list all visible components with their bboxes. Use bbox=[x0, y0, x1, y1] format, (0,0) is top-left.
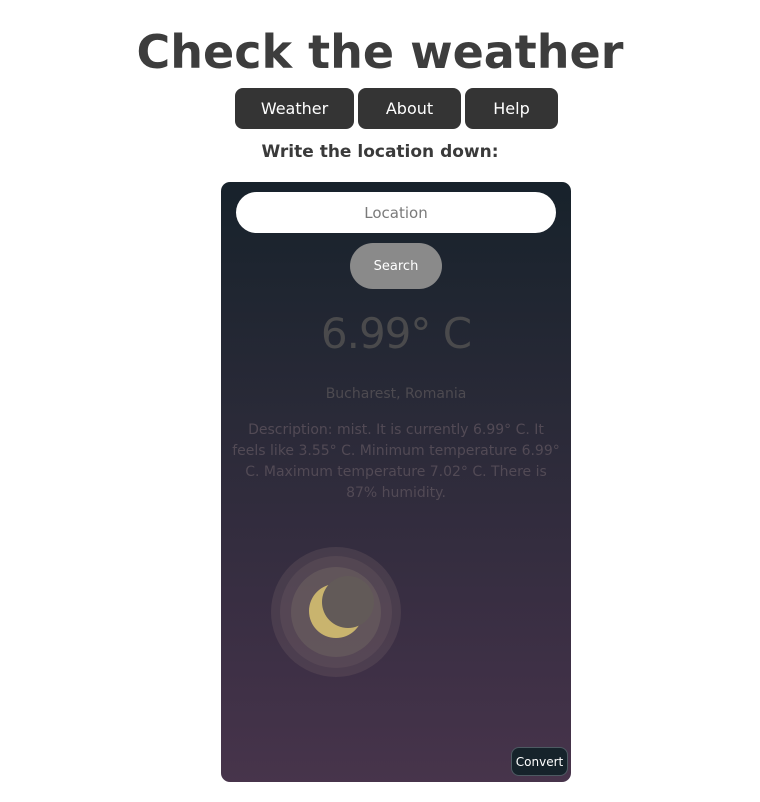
page-title: Check the weather bbox=[136, 25, 624, 79]
about-nav-button[interactable]: About bbox=[358, 88, 461, 129]
nav-bar: Weather About Help bbox=[0, 88, 760, 129]
convert-button[interactable]: Convert bbox=[511, 747, 568, 776]
location-prompt: Write the location down: bbox=[261, 142, 499, 162]
weather-description: Description: mist. It is currently 6.99°… bbox=[232, 422, 560, 501]
search-button[interactable]: Search bbox=[350, 243, 442, 289]
help-nav-button[interactable]: Help bbox=[465, 88, 558, 129]
temperature-value: 6.99° C bbox=[320, 309, 472, 358]
page: Check the weather Weather About Help Wri… bbox=[0, 0, 760, 802]
moon-icon bbox=[271, 547, 401, 677]
location-name: Bucharest, Romania bbox=[325, 386, 467, 402]
location-input[interactable] bbox=[236, 192, 556, 233]
weather-nav-button[interactable]: Weather bbox=[235, 88, 354, 129]
weather-card: Search 6.99° C Bucharest, Romania Descri… bbox=[221, 182, 571, 782]
